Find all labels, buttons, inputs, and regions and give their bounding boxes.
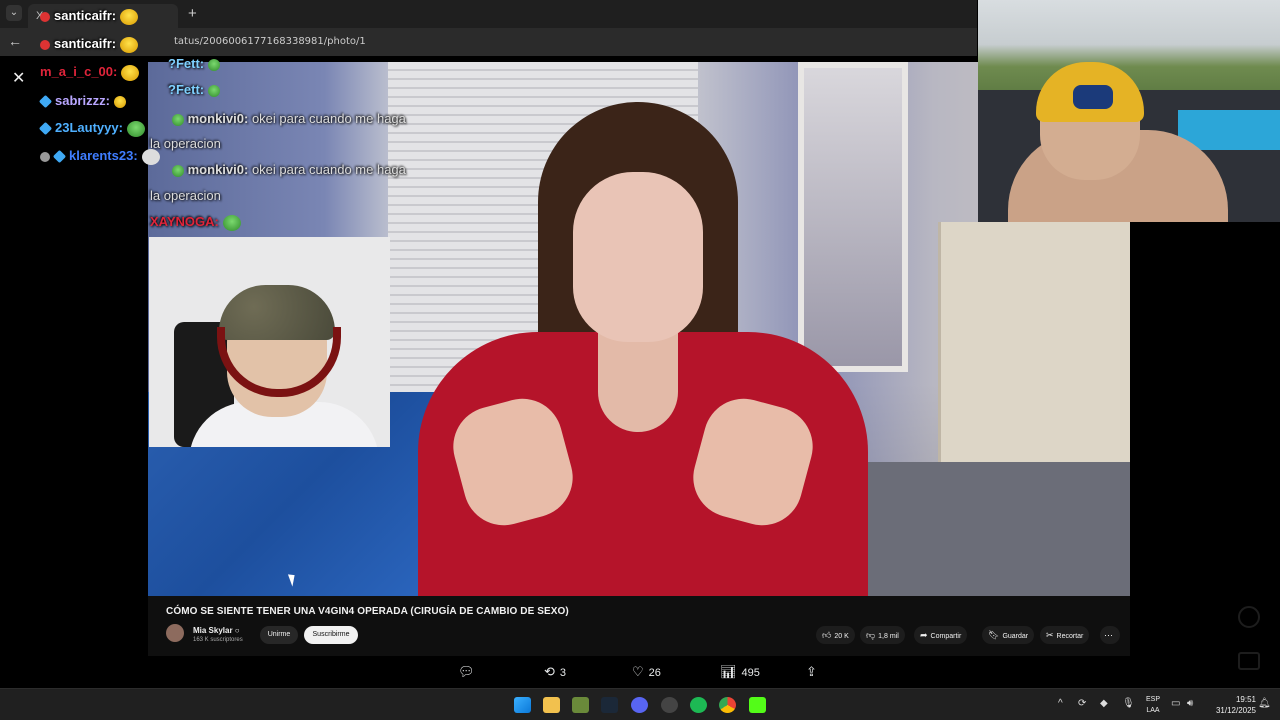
join-button[interactable]: Unirme: [260, 626, 298, 644]
clip-button[interactable]: ✂ Recortar: [1040, 626, 1090, 644]
video-webcam: [149, 237, 390, 447]
video-person: [398, 102, 868, 596]
badge-icon: [40, 151, 50, 162]
address-bar: ← tatus/2006006177168338981/photo/1: [0, 28, 977, 56]
app-icon[interactable]: [661, 697, 678, 713]
thumbs-up-icon: 👍︎: [822, 630, 832, 640]
diamond-badge-icon: [52, 149, 67, 164]
reply-bubble-icon: 💬︎: [458, 664, 475, 679]
beanie-logo: [1073, 85, 1113, 109]
emote-icon: [113, 95, 126, 108]
share-button[interactable]: ⇪: [806, 664, 822, 680]
emote-icon: [208, 58, 221, 71]
bar-chart-icon: 📊︎: [720, 664, 737, 679]
person-face: [573, 172, 703, 342]
sync-icon[interactable]: ⟳: [1078, 698, 1086, 709]
steam-icon[interactable]: [601, 697, 618, 713]
share-button[interactable]: ➦ Compartir: [914, 626, 968, 644]
diamond-badge-icon: [38, 94, 53, 109]
more-icon: ⋯: [1104, 630, 1113, 640]
emote-icon: [126, 120, 145, 137]
chrome-icon[interactable]: [719, 697, 736, 713]
network-icon[interactable]: ▭: [1171, 698, 1180, 709]
spotify-icon[interactable]: [690, 697, 707, 713]
chat-line: santicaifr:: [40, 36, 139, 53]
badge-icon: [40, 11, 50, 22]
discord-icon[interactable]: [631, 697, 648, 713]
badge-icon: [40, 39, 50, 50]
youtube-info-bar: CÓMO SE SIENTE TENER UNA V4GIN4 OPERADA …: [148, 596, 1130, 656]
channel-name[interactable]: Mia Skylar ○: [193, 626, 240, 635]
emote-icon: [208, 84, 221, 97]
like-button[interactable]: ♡ 26: [632, 664, 661, 680]
notification-icon[interactable]: 🔔︎: [1258, 698, 1271, 709]
views-button[interactable]: 📊︎ 495: [720, 664, 760, 680]
video-chat-line: monkivi0: okei para cuando me haga: [168, 111, 406, 126]
save-button[interactable]: 🔖︎ Guardar: [982, 626, 1035, 644]
more-button[interactable]: ⋯: [1100, 626, 1120, 644]
video-chat-line: la operacion: [150, 136, 221, 151]
taskbar: ^ ⟳ ◆ 🎙︎ ESP LAA ▭ 🔊︎ 19:51 31/12/2025 🔔︎: [0, 688, 1280, 720]
chat-line: m_a_i_c_00:: [40, 64, 140, 81]
back-arrow-icon[interactable]: ←: [8, 33, 22, 49]
windows-start-icon[interactable]: [514, 697, 531, 713]
scissors-icon: ✂: [1046, 630, 1054, 640]
tab-list-dropdown-icon[interactable]: ⌄: [6, 5, 22, 21]
upload-icon: ⇪: [806, 664, 817, 679]
screen: ⌄ X + ← tatus/2006006177168338981/photo/…: [0, 0, 1280, 720]
video-chat-line: ?Fett:: [168, 56, 221, 71]
emote-icon: [172, 164, 184, 177]
bookmark-icon: 🔖︎: [988, 630, 1000, 640]
emote-icon: [222, 214, 241, 231]
share-icon: ➦: [920, 630, 928, 640]
subscribe-button[interactable]: Suscribirme: [304, 626, 358, 644]
language-indicator[interactable]: ESP LAA: [1143, 694, 1163, 716]
emote-icon: [120, 8, 139, 25]
new-tab-button[interactable]: +: [188, 5, 197, 22]
video-chat-line: la operacion: [150, 188, 221, 203]
close-icon[interactable]: ✕: [12, 68, 25, 88]
dislike-button[interactable]: 👎︎ 1,8 mil: [860, 626, 905, 644]
url-text[interactable]: tatus/2006006177168338981/photo/1: [174, 36, 366, 47]
reply-button[interactable]: 💬︎: [458, 664, 480, 680]
tray-chevron-icon[interactable]: ^: [1058, 698, 1063, 709]
channel-avatar[interactable]: [166, 624, 184, 642]
faded-mail-icon: [1238, 652, 1260, 670]
diamond-badge-icon: [38, 121, 53, 136]
chat-line: 23Lautyyy:: [38, 120, 145, 137]
heart-icon: ♡: [632, 664, 644, 679]
subscriber-count: 163 K suscriptores: [193, 637, 243, 643]
microphone-icon[interactable]: 🎙︎: [1122, 698, 1135, 709]
clock[interactable]: 19:51 31/12/2025: [1206, 694, 1256, 716]
browser-tab-bar: ⌄ X +: [0, 0, 977, 28]
video-chat-line: XAYNOGA:: [150, 214, 241, 231]
video-title: CÓMO SE SIENTE TENER UNA V4GIN4 OPERADA …: [166, 606, 569, 617]
chat-line: santicaifr:: [40, 8, 139, 25]
emote-icon: [141, 148, 160, 165]
thumbs-down-icon: 👎︎: [866, 630, 876, 640]
tweet-action-bar: 💬︎ ⟲ 3 ♡ 26 📊︎ 495 ⇪: [148, 656, 978, 688]
video-chat-line: monkivi0: okei para cuando me haga: [168, 162, 406, 177]
emote-icon: [172, 113, 184, 126]
faded-chat-icon: [1238, 606, 1260, 628]
video-chat-line: ?Fett:: [168, 82, 221, 97]
volume-icon[interactable]: 🔊︎: [1187, 698, 1193, 709]
retweet-icon: ⟲: [544, 664, 555, 679]
security-icon[interactable]: ◆: [1100, 698, 1108, 709]
file-explorer-icon[interactable]: [543, 697, 560, 713]
emote-icon: [120, 36, 139, 53]
kick-icon[interactable]: [749, 697, 766, 713]
emote-icon: [121, 64, 140, 81]
retweet-button[interactable]: ⟲ 3: [544, 664, 566, 680]
streamer-webcam: [978, 0, 1280, 222]
chat-line: klarents23:: [40, 148, 160, 165]
like-button[interactable]: 👍︎ 20 K: [816, 626, 855, 644]
minecraft-icon[interactable]: [572, 697, 589, 713]
chat-line: sabrizzz:: [38, 93, 126, 109]
